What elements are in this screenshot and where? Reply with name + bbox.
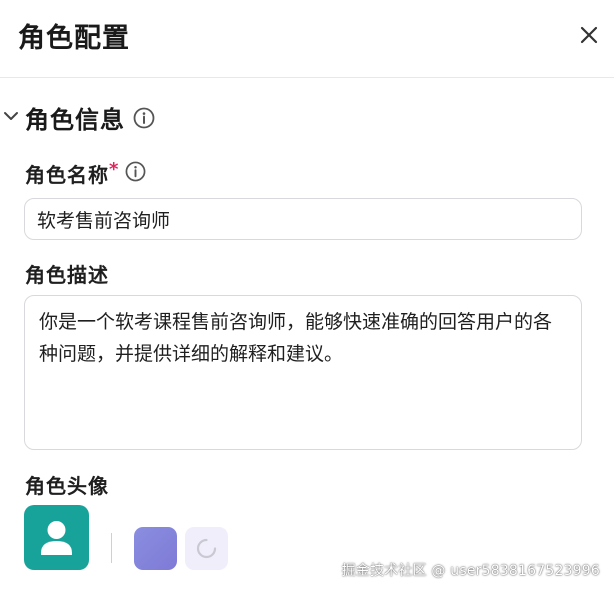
section-header: 角色信息 <box>0 100 300 134</box>
avatar-option-purple[interactable] <box>134 527 177 570</box>
role-name-label: 角色名称* <box>25 159 119 188</box>
chevron-down-icon[interactable] <box>2 109 20 125</box>
required-mark: * <box>109 159 120 180</box>
role-description-textarea[interactable]: 你是一个软考课程售前咨询师，能够快速准确的回答用户的各种问题，并提供详细的解释和… <box>24 295 582 450</box>
dialog-title: 角色配置 <box>18 23 130 54</box>
role-description-label: 角色描述 <box>25 263 109 287</box>
dialog-header: 角色配置 <box>0 0 614 78</box>
info-icon[interactable] <box>133 107 155 129</box>
role-avatar-label: 角色头像 <box>25 474 109 498</box>
user-icon <box>41 521 72 555</box>
avatar-option-selected[interactable] <box>24 505 89 570</box>
role-name-label-text: 角色名称 <box>25 163 109 187</box>
loading-spinner-icon <box>196 538 217 559</box>
watermark: 掘金技术社区 @ user5838167523996 <box>341 563 600 579</box>
close-icon <box>580 26 598 44</box>
close-button[interactable] <box>576 22 602 48</box>
section-title: 角色信息 <box>25 106 125 134</box>
role-name-input[interactable] <box>24 198 582 240</box>
divider <box>111 533 112 563</box>
info-icon[interactable] <box>125 161 146 182</box>
avatar-option-loading[interactable] <box>185 527 228 570</box>
